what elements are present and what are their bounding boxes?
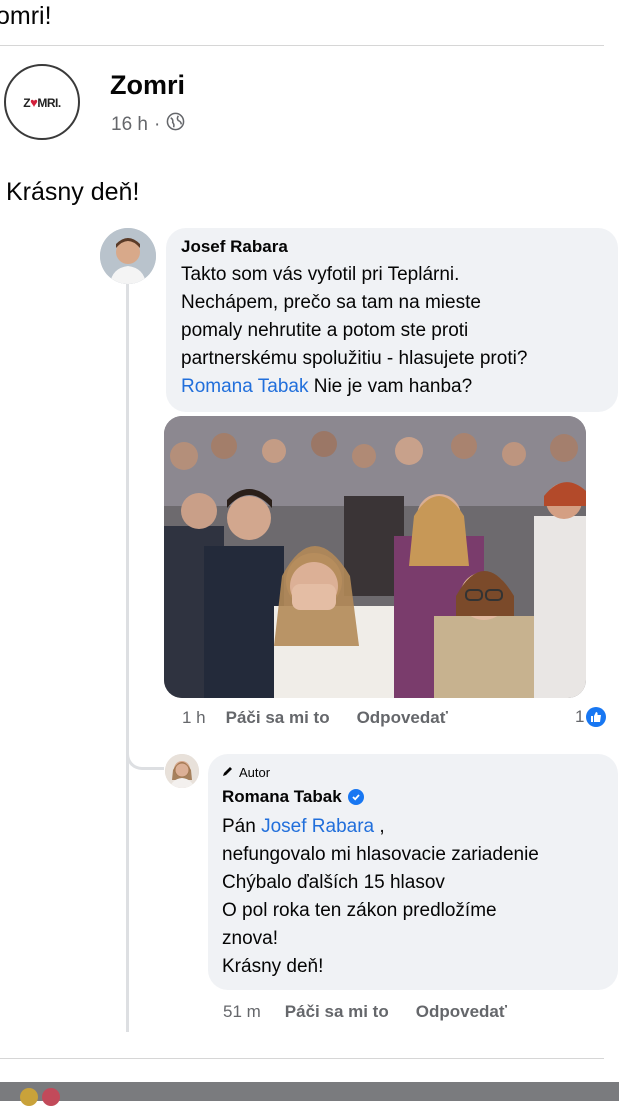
reply-line: Krásny deň! <box>222 956 324 977</box>
reply-line: znova! <box>222 928 278 949</box>
reply-button[interactable]: Odpovedať <box>416 1002 507 1022</box>
previous-post-text: omri! <box>0 2 52 30</box>
like-icon <box>586 707 607 727</box>
logo-text-right: MRI. <box>37 95 61 110</box>
mention-link[interactable]: Romana Tabak <box>181 376 308 397</box>
reply-line: Chýbalo ďalších 15 hlasov <box>222 872 445 893</box>
reply-text: Pán Josef Rabara , nefungovalo mi hlasov… <box>222 813 617 981</box>
reply-line-end: , <box>374 816 385 837</box>
comment-text: Takto som vás vyfotil pri Teplárni. Nech… <box>181 261 611 401</box>
comment-actions: 1 h Páči sa mi to Odpovedať <box>182 708 448 728</box>
globe-icon <box>166 112 185 137</box>
comment-line: partnerskému spolužitiu - hlasujete prot… <box>181 348 528 369</box>
reply-line: Pán Josef Rabara , <box>222 813 617 841</box>
comment-photo[interactable] <box>164 416 586 698</box>
reaction-count: 1 <box>575 707 585 726</box>
post-meta: 16 h · <box>111 112 185 137</box>
comment-author[interactable]: Josef Rabara <box>181 237 288 257</box>
reply-button[interactable]: Odpovedať <box>357 708 448 728</box>
comment-time[interactable]: 1 h <box>182 708 206 728</box>
author-badge: Autor <box>222 765 270 780</box>
reply-author-row: Romana Tabak <box>222 787 364 807</box>
page-avatar[interactable]: ZOZ♥MRI. <box>4 64 80 140</box>
like-button[interactable]: Páči sa mi to <box>226 708 330 728</box>
comment-line: Takto som vás vyfotil pri Teplárni. <box>181 264 460 285</box>
reaction-avatar <box>20 1088 38 1106</box>
reaction-summary[interactable]: 1 <box>575 707 607 727</box>
mention-link[interactable]: Josef Rabara <box>261 816 374 837</box>
page-name[interactable]: Zomri <box>110 70 185 101</box>
reply-intro: Pán <box>222 816 262 837</box>
josef-rabara-avatar[interactable] <box>100 228 156 284</box>
post-time[interactable]: 16 h <box>111 114 148 136</box>
reply-author[interactable]: Romana Tabak <box>222 787 342 807</box>
next-post-bar <box>0 1082 619 1106</box>
verified-badge-icon <box>347 789 364 805</box>
like-button[interactable]: Páči sa mi to <box>285 1002 389 1022</box>
reply-line: nefungovalo mi hlasovacie zariadenie <box>222 844 539 865</box>
reply-actions: 51 m Páči sa mi to Odpovedať <box>223 1002 507 1022</box>
pencil-icon <box>222 765 234 780</box>
reply-connector <box>126 735 164 770</box>
reply-line: O pol roka ten zákon predložíme <box>222 900 497 921</box>
meta-separator: · <box>153 113 161 135</box>
comment-line: Romana Tabak Nie je vam hanba? <box>181 373 611 401</box>
comment-line: Nechápem, prečo sa tam na mieste <box>181 292 481 313</box>
reaction-avatar <box>42 1088 60 1106</box>
comment-line: pomaly nehrutite a potom ste proti <box>181 320 469 341</box>
author-badge-label: Autor <box>239 765 271 780</box>
thread-line <box>126 282 129 1032</box>
divider <box>0 45 604 46</box>
romana-tabak-avatar[interactable] <box>165 754 199 788</box>
post-text: Krásny deň! <box>6 178 140 206</box>
reply-time[interactable]: 51 m <box>223 1002 261 1022</box>
divider <box>0 1058 604 1059</box>
comment-line-end: Nie je vam hanba? <box>308 376 473 397</box>
zomri-logo: ZOZ♥MRI. <box>23 94 61 110</box>
